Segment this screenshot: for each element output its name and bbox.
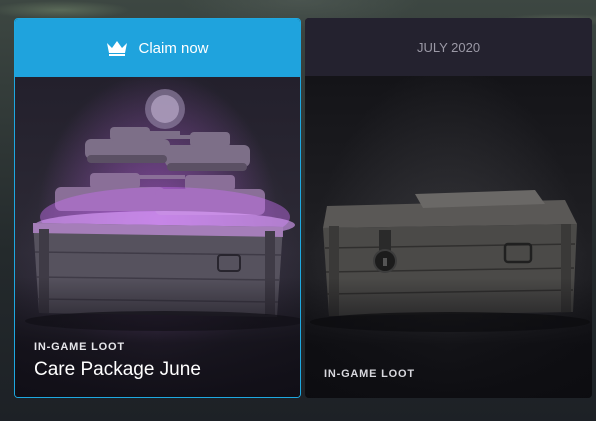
locked-crate-artwork <box>305 76 592 398</box>
claim-now-button[interactable]: Claim now <box>15 19 300 77</box>
loot-category-label: IN-GAME LOOT <box>324 368 415 380</box>
release-date-header: JULY 2020 <box>305 18 592 76</box>
crown-icon <box>107 41 128 56</box>
claim-now-label: Claim now <box>138 39 209 57</box>
offer-card-care-package-june[interactable]: Claim now IN-GAME LOOT Care Package June <box>14 18 301 398</box>
loot-title: Care Package June <box>34 359 201 380</box>
release-date-label: JULY 2020 <box>416 39 481 55</box>
card-caption-overlay <box>305 278 592 398</box>
offer-card-july-2020[interactable]: JULY 2020 IN-GAME LOOT <box>305 18 592 398</box>
loot-category-label: IN-GAME LOOT <box>34 341 125 353</box>
page-background: Claim now IN-GAME LOOT Care Package June… <box>0 0 596 421</box>
